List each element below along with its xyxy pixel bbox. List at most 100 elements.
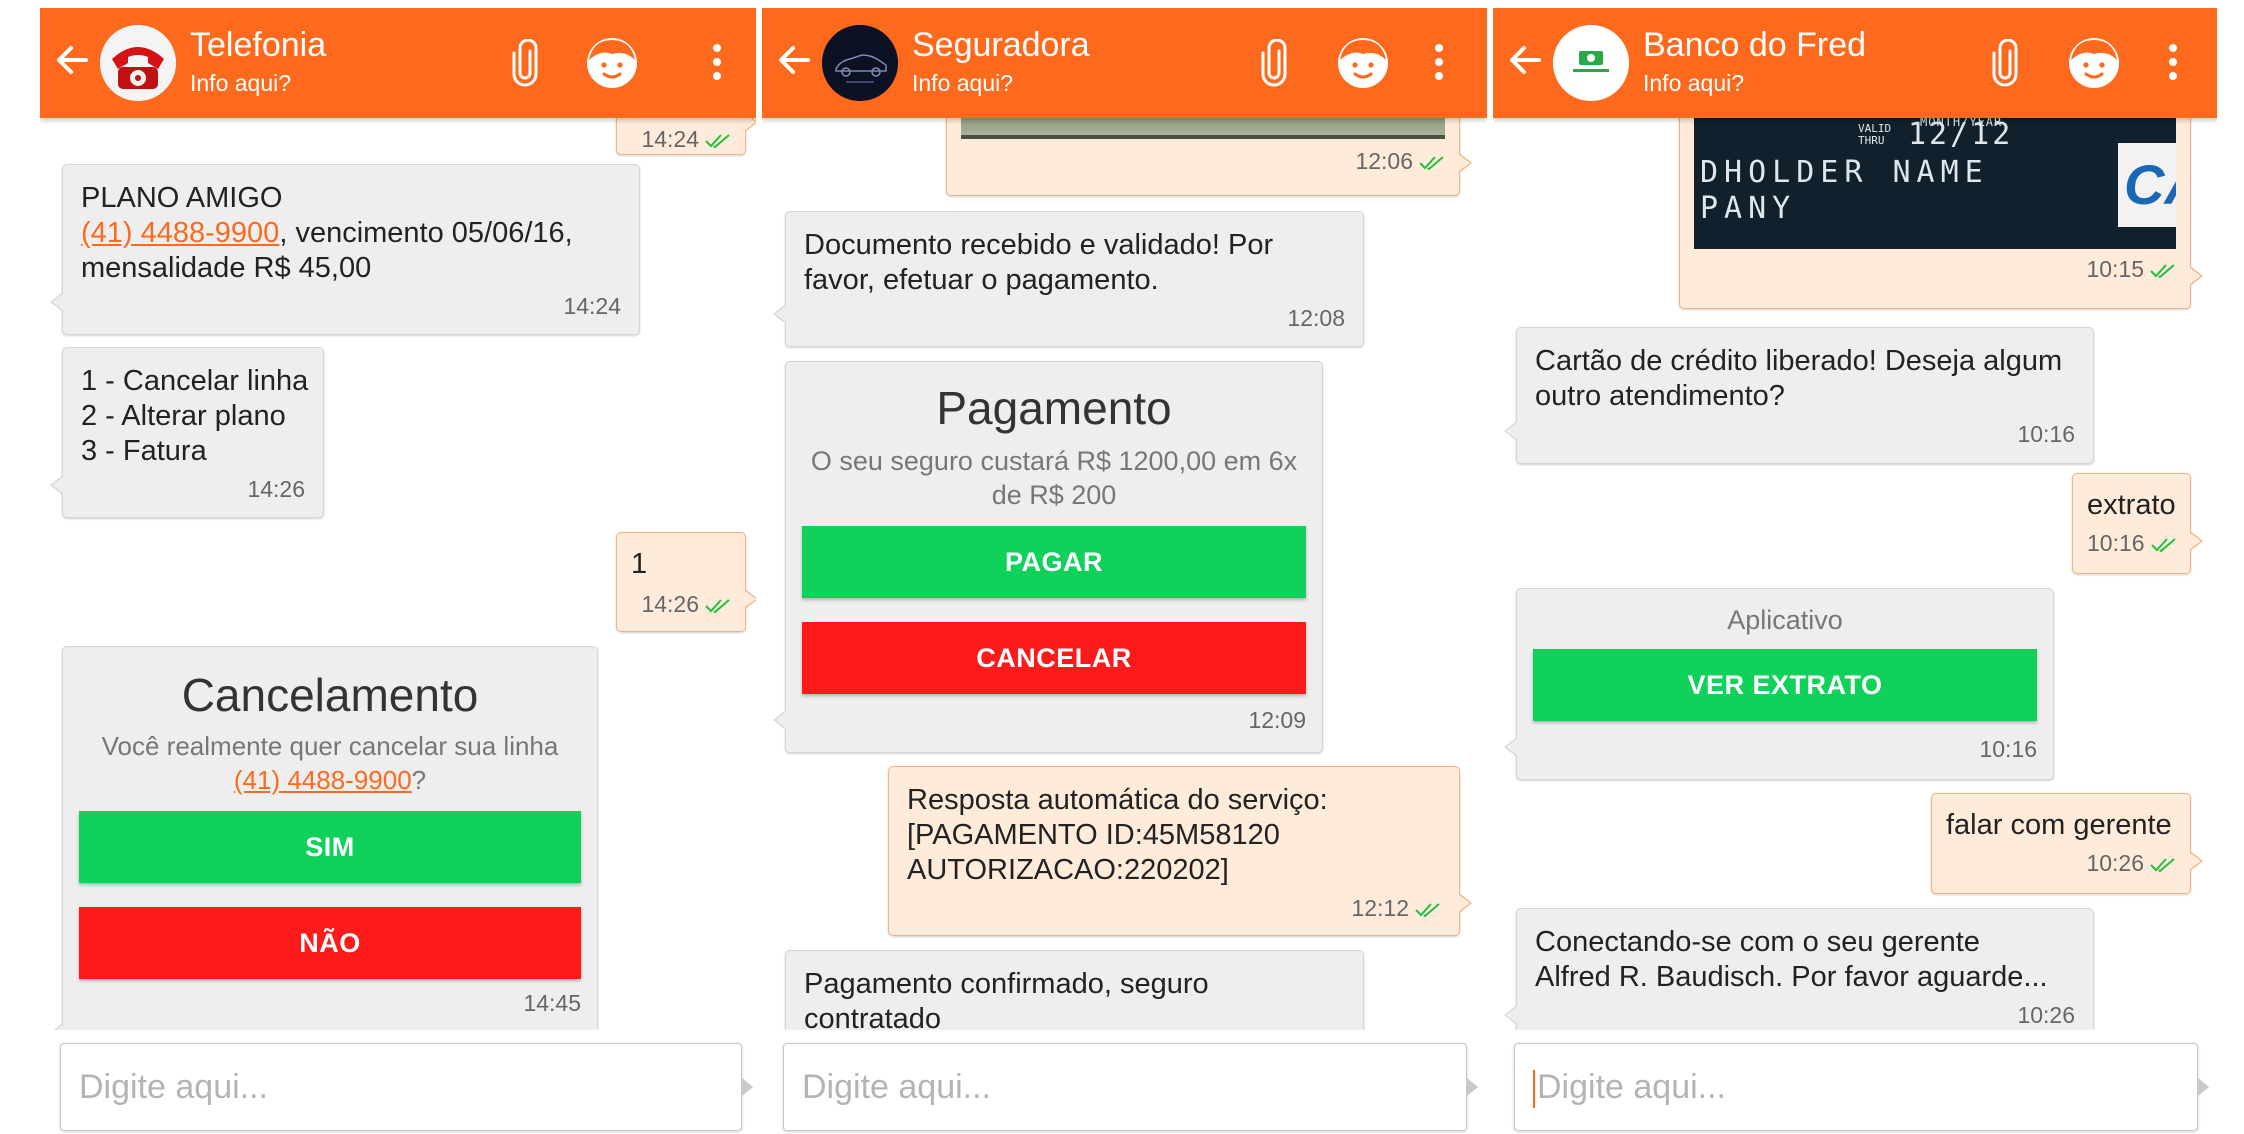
view-statement-button[interactable]: VER EXTRATO — [1533, 649, 2037, 721]
card-description: ? — [411, 765, 427, 795]
incoming-message[interactable]: PLANO AMIGO (41) 4488-9900, vencimento 0… — [50, 164, 640, 335]
message-time: 14:26 — [641, 591, 699, 617]
contact-info: Info aqui? — [1643, 70, 1745, 96]
back-arrow-icon[interactable] — [52, 40, 92, 80]
card-title: Cancelamento — [181, 669, 479, 721]
message-text: extrato — [2087, 489, 2176, 521]
double-check-icon — [705, 599, 730, 614]
message-text: Documento recebido e validado! Por — [804, 229, 1274, 261]
double-check-icon — [705, 134, 730, 149]
message-text: 1 — [631, 548, 648, 580]
card-title: Pagamento — [936, 382, 1172, 434]
app-header: Banco do Fred Info aqui? — [1493, 8, 2217, 118]
contact-avatar[interactable] — [100, 25, 176, 101]
phone-link[interactable]: (41) 4488-9900 — [81, 217, 279, 249]
outgoing-message[interactable]: extrato 10:16 — [2072, 473, 2203, 574]
message-time: 14:24 — [641, 126, 699, 152]
double-check-icon — [2150, 538, 2176, 553]
payment-card: Pagamento O seu seguro custará R$ 1200,0… — [773, 361, 1323, 753]
no-button[interactable]: NÃO — [79, 907, 581, 979]
card-text: THRU — [1858, 134, 1885, 147]
contact-name: Banco do Fred — [1643, 26, 1867, 64]
face-icon[interactable] — [1336, 36, 1390, 90]
contact-name: Seguradora — [912, 26, 1090, 64]
chat-panel-banco-do-fred: Banco do Fred Info aqui? MONTH/YEAR VALI… — [1493, 0, 2217, 1134]
menu-option: 2 - Alterar plano — [81, 400, 286, 432]
message-text: Resposta automática do serviço: — [907, 784, 1328, 816]
double-check-icon — [2150, 264, 2175, 279]
message-text: falar com gerente — [1946, 809, 2172, 841]
incoming-message[interactable]: 1 - Cancelar linha 2 - Alterar plano 3 -… — [50, 347, 324, 518]
phone-link[interactable]: (41) 4488-9900 — [234, 765, 412, 795]
message-text: AUTORIZACAO:220202] — [907, 854, 1229, 886]
outgoing-message[interactable]: 1 14:26 — [616, 532, 756, 632]
double-check-icon — [1415, 903, 1440, 918]
card-title: Aplicativo — [1727, 605, 1843, 635]
more-vert-icon[interactable] — [2167, 42, 2179, 82]
outgoing-message[interactable]: Resposta automática do serviço: [PAGAMEN… — [888, 766, 1472, 936]
contact-avatar[interactable] — [1553, 25, 1629, 101]
more-vert-icon[interactable] — [711, 42, 723, 82]
cancel-button[interactable]: CANCELAR — [802, 622, 1306, 694]
pay-button[interactable]: PAGAR — [802, 526, 1306, 598]
more-vert-icon[interactable] — [1433, 42, 1445, 82]
incoming-message[interactable]: Pagamento confirmado, seguro contratado — [785, 950, 1364, 1030]
attach-icon[interactable] — [1990, 39, 2020, 87]
message-time: 12:12 — [1351, 895, 1409, 921]
message-text: Conectando-se com o seu gerente — [1535, 926, 1980, 958]
input-placeholder: Digite aqui... — [1537, 1068, 1726, 1106]
incoming-message[interactable]: Documento recebido e validado! Por favor… — [773, 211, 1364, 347]
outgoing-message[interactable]: 14:24 — [616, 118, 756, 155]
message-input[interactable]: Digite aqui... — [60, 1043, 753, 1131]
incoming-message[interactable]: Conectando-se com o seu gerente Alfred R… — [1504, 908, 2094, 1030]
app-card: Aplicativo VER EXTRATO 10:16 — [1504, 588, 2054, 780]
app-header: Telefonia Info aqui? — [40, 8, 756, 118]
input-placeholder: Digite aqui... — [79, 1068, 268, 1106]
attach-icon[interactable] — [1259, 39, 1289, 87]
message-text: Pagamento confirmado, seguro — [804, 968, 1209, 1000]
contact-name: Telefonia — [190, 26, 327, 64]
message-time: 14:45 — [523, 990, 581, 1016]
chat-panel-telefonia: Telefonia Info aqui? 14:24 PLANO AMIGO (… — [40, 0, 756, 1134]
back-arrow-icon[interactable] — [1505, 40, 1545, 80]
red-telephone-icon — [100, 25, 176, 101]
contact-avatar[interactable] — [822, 25, 898, 101]
card-text: PANY — [1700, 191, 1797, 226]
card-description: de R$ 200 — [991, 480, 1117, 510]
message-time: 14:24 — [563, 293, 621, 319]
message-time: 10:16 — [1979, 736, 2037, 762]
message-text: favor, efetuar o pagamento. — [804, 264, 1159, 296]
outgoing-image-message[interactable]: 12:06 — [946, 118, 1472, 196]
document-photo — [961, 118, 1445, 139]
message-list[interactable]: MONTH/YEAR VALID THRU 12/12 DHOLDER NAME … — [1493, 118, 2217, 1030]
message-text: Alfred R. Baudisch. Por favor aguarde... — [1535, 961, 2048, 993]
message-input[interactable]: Digite aqui... — [783, 1043, 1478, 1131]
outgoing-message[interactable]: falar com gerente 10:26 — [1931, 793, 2203, 894]
app-header: Seguradora Info aqui? — [762, 8, 1487, 118]
message-time: 10:26 — [2086, 850, 2144, 876]
outgoing-image-message[interactable]: MONTH/YEAR VALID THRU 12/12 DHOLDER NAME … — [1679, 118, 2203, 309]
bank-logo-icon — [1553, 25, 1629, 101]
message-input[interactable]: Digite aqui... — [1514, 1043, 2209, 1131]
message-time: 10:16 — [2017, 421, 2075, 447]
face-icon[interactable] — [2067, 36, 2121, 90]
yes-button[interactable]: SIM — [79, 811, 581, 883]
message-time: 10:15 — [2086, 256, 2144, 282]
message-list[interactable]: 14:24 PLANO AMIGO (41) 4488-9900, vencim… — [40, 118, 756, 1030]
attach-icon[interactable] — [510, 39, 540, 87]
menu-option: 1 - Cancelar linha — [81, 365, 309, 397]
input-placeholder: Digite aqui... — [802, 1068, 991, 1106]
message-text: outro atendimento? — [1535, 380, 1785, 412]
message-list[interactable]: 12:06 Documento recebido e validado! Por… — [762, 118, 1487, 1030]
card-description: Você realmente quer cancelar sua linha — [101, 731, 559, 761]
chat-panel-seguradora: Seguradora Info aqui? 12:06 Documento re… — [762, 0, 1487, 1134]
message-text: contratado — [804, 1003, 942, 1030]
face-icon[interactable] — [585, 36, 639, 90]
message-text: [PAGAMENTO ID:45M58120 — [907, 819, 1280, 851]
double-check-icon — [2150, 858, 2175, 873]
back-arrow-icon[interactable] — [774, 40, 814, 80]
message-text: PLANO AMIGO — [81, 182, 283, 214]
message-text: mensalidade R$ 45,00 — [81, 252, 372, 284]
incoming-message[interactable]: Cartão de crédito liberado! Deseja algum… — [1504, 327, 2094, 464]
card-brand-logo: CA — [2118, 143, 2176, 227]
